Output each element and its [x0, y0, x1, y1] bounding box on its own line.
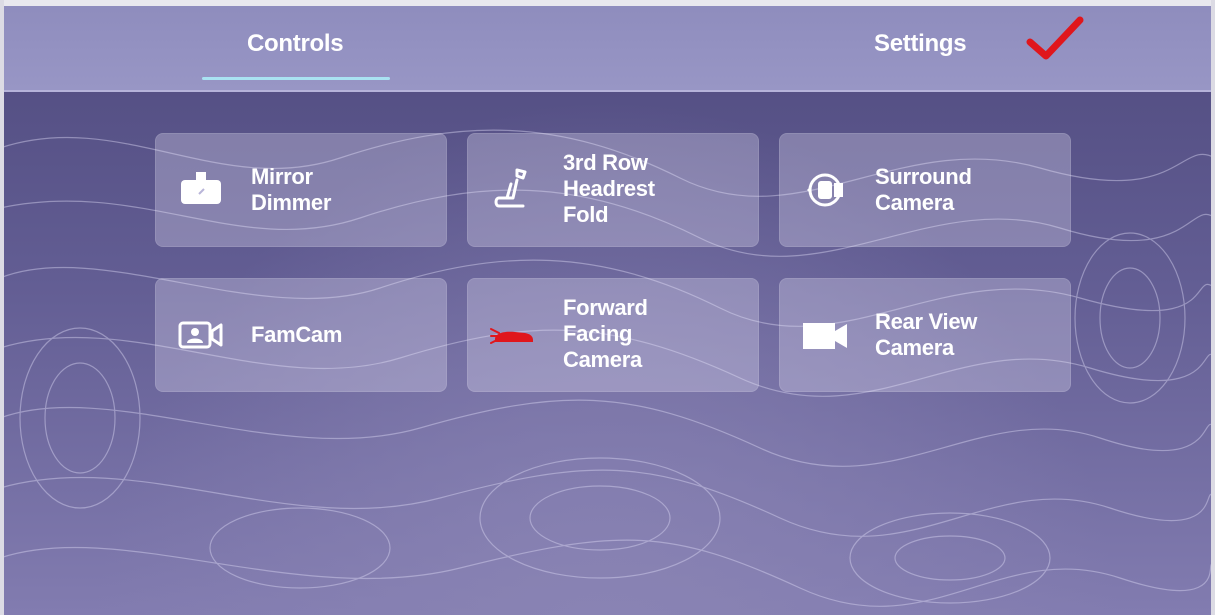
famcam-label: FamCam [251, 322, 343, 347]
famcam-button[interactable]: FamCam [155, 278, 447, 392]
third-row-headrest-fold-button[interactable]: 3rd Row Headrest Fold [467, 133, 759, 247]
seat-icon [494, 168, 527, 208]
famcam-icon [178, 321, 223, 349]
tab-settings[interactable]: Settings [874, 30, 967, 58]
forward-camera-icon [490, 328, 533, 344]
active-tab-indicator [202, 77, 390, 80]
screen-bezel-right [1211, 0, 1215, 615]
rearview-mirror-icon [181, 172, 221, 204]
forward-facing-camera-button[interactable]: Forward Facing Camera [467, 278, 759, 392]
screen-bezel-top [0, 0, 1215, 6]
top-tab-bar: Controls Settings [0, 0, 1215, 92]
forward-facing-camera-label: Forward Facing Camera [563, 295, 648, 372]
checkmark-annotation-icon [1026, 16, 1084, 60]
surround-camera-label: Surround Camera [875, 164, 972, 215]
rear-view-camera-label: Rear View Camera [875, 309, 978, 360]
infotainment-screen: Controls Settings Mirror Dimmer 3rd Row … [0, 0, 1215, 615]
mirror-dimmer-button[interactable]: Mirror Dimmer [155, 133, 447, 247]
rear-view-camera-button[interactable]: Rear View Camera [779, 278, 1071, 392]
surround-camera-icon [807, 173, 843, 207]
third-row-headrest-fold-label: 3rd Row Headrest Fold [563, 150, 655, 227]
screen-bezel-left [0, 0, 4, 615]
surround-camera-button[interactable]: Surround Camera [779, 133, 1071, 247]
video-camera-icon [803, 323, 847, 349]
tab-controls[interactable]: Controls [247, 30, 344, 58]
mirror-dimmer-label: Mirror Dimmer [251, 164, 332, 215]
